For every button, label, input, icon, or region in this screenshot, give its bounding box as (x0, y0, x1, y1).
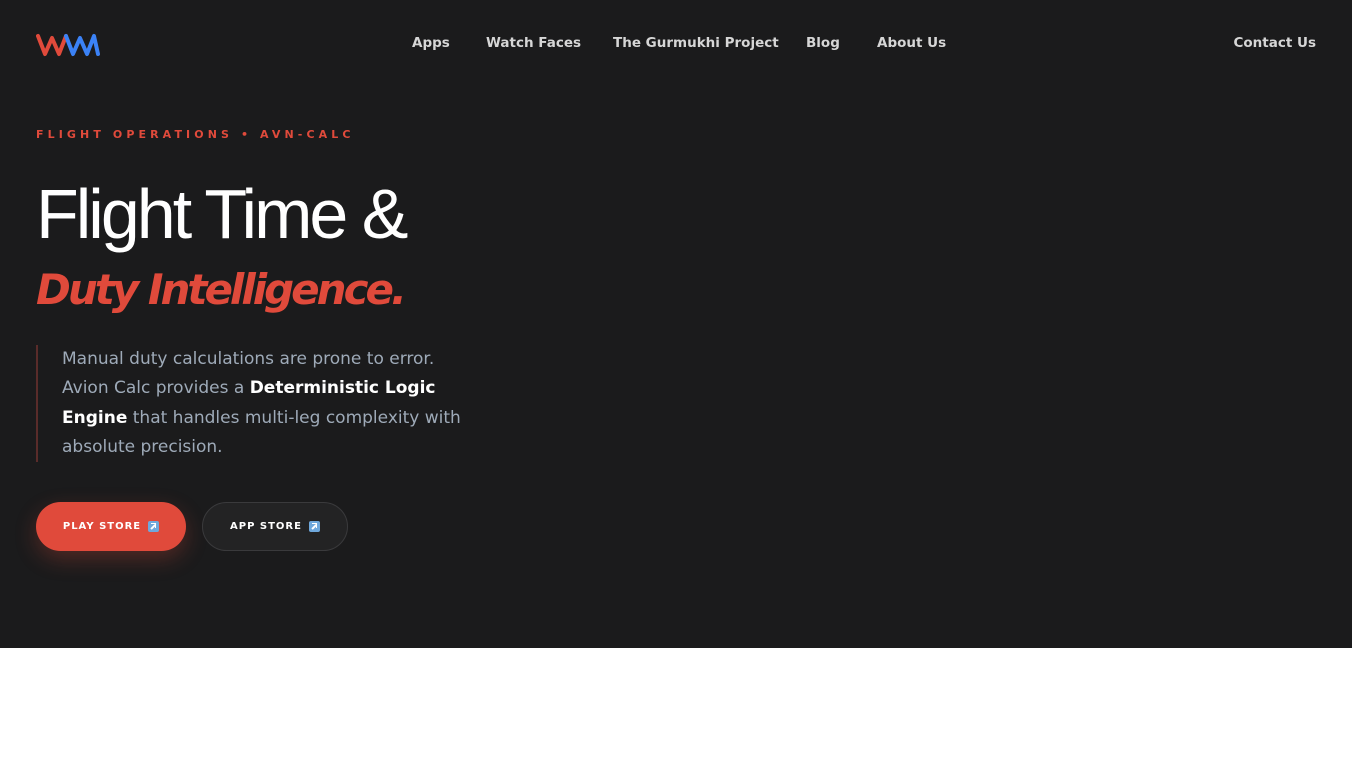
hero-description: Manual duty calculations are prone to er… (36, 345, 476, 462)
hero-section: Apps Watch Faces The Gurmukhi Project Bl… (0, 0, 1352, 648)
nav-blog[interactable]: Blog (806, 34, 840, 52)
nav-gurmukhi-project[interactable]: The Gurmukhi Project (613, 34, 779, 52)
app-store-label: APP STORE (230, 521, 302, 532)
content-area (0, 648, 1352, 760)
top-nav: Apps Watch Faces The Gurmukhi Project Bl… (0, 34, 1352, 54)
nav-about-us[interactable]: About Us (877, 34, 946, 52)
hero-title: Flight Time & (36, 175, 408, 253)
external-link-icon (148, 521, 160, 532)
hero-title-accent: Duty Intelligence. (36, 265, 407, 314)
nav-watch-faces[interactable]: Watch Faces (486, 34, 581, 52)
nav-contact-us[interactable]: Contact Us (1233, 34, 1316, 52)
play-store-button[interactable]: PLAY STORE (36, 502, 186, 551)
external-link-icon (308, 521, 320, 532)
hero-eyebrow: FLIGHT OPERATIONS • AVN-CALC (36, 128, 355, 141)
play-store-label: PLAY STORE (62, 521, 142, 532)
nav-apps[interactable]: Apps (412, 34, 450, 52)
app-store-button[interactable]: APP STORE (202, 502, 348, 551)
